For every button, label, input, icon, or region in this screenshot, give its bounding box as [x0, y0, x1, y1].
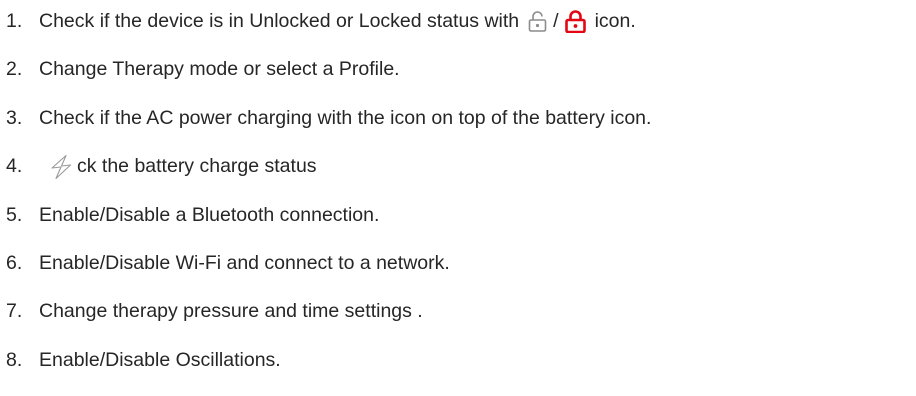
step-item-7: 7. Change therapy pressure and time sett… [0, 299, 651, 324]
step-item-2: 2. Change Therapy mode or select a Profi… [0, 57, 651, 82]
step-number: 8. [6, 348, 23, 371]
step-text: Enable/Disable Oscillations. [39, 348, 281, 371]
step-text: Enable/Disable Wi-Fi and connect to a ne… [39, 251, 450, 274]
step-number: 4. [6, 155, 23, 178]
step-text-suffix: icon. [594, 10, 636, 32]
icon-separator: / [553, 10, 559, 32]
step-text: Change Therapy mode or select a Profile. [39, 58, 400, 81]
lightning-bolt-icon [49, 154, 73, 180]
step-item-8: 8. Enable/Disable Oscillations. [0, 348, 651, 373]
step-text: Check if the device is in Unlocked or Lo… [39, 10, 520, 32]
steps-list: 1. Check if the device is in Unlocked or… [0, 9, 651, 373]
step-text: ck the battery charge status [77, 155, 317, 178]
step-item-4: 4. ck the battery charge status [0, 154, 651, 179]
unlocked-padlock-icon [528, 11, 547, 32]
step-number: 1. [6, 10, 23, 32]
step-number: 5. [6, 203, 23, 226]
locked-padlock-icon [564, 10, 586, 33]
step-item-6: 6. Enable/Disable Wi-Fi and connect to a… [0, 251, 651, 276]
step-number: 6. [6, 251, 23, 274]
step-item-1: 1. Check if the device is in Unlocked or… [0, 9, 651, 34]
step-item-3: 3. Check if the AC power charging with t… [0, 106, 651, 131]
step-number: 3. [6, 106, 23, 129]
step-text: Change therapy pressure and time setting… [39, 300, 423, 323]
step-item-5: 5. Enable/Disable a Bluetooth connection… [0, 203, 651, 228]
step-number: 2. [6, 58, 23, 81]
step-text: Check if the AC power charging with the … [39, 106, 652, 129]
step-number: 7. [6, 300, 23, 323]
step-text: Enable/Disable a Bluetooth connection. [39, 203, 380, 226]
instruction-page: 1. Check if the device is in Unlocked or… [0, 0, 916, 396]
